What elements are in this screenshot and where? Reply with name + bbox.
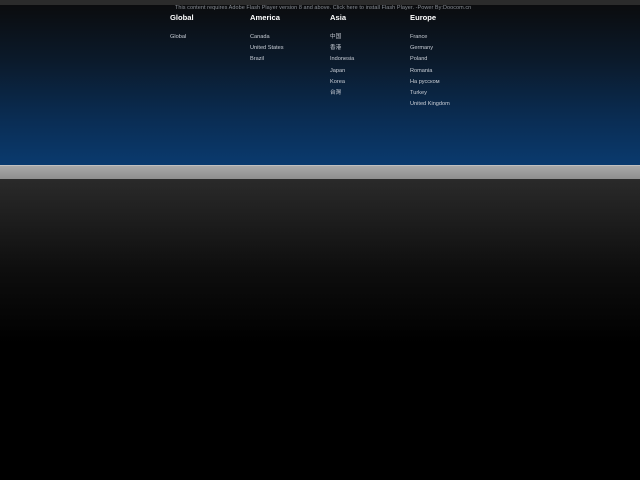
country-link-united-kingdom[interactable]: United Kingdom xyxy=(410,100,486,111)
country-link-korea[interactable]: Korea xyxy=(330,78,406,89)
country-link-turkey[interactable]: Turkey xyxy=(410,89,486,100)
region-heading-america: America xyxy=(250,13,280,22)
country-link-germany[interactable]: Germany xyxy=(410,44,486,55)
region-links-global: Global xyxy=(170,33,246,44)
country-link-romania[interactable]: Romania xyxy=(410,67,486,78)
region-links-europe: France Germany Poland Romania На русском… xyxy=(410,33,486,111)
region-column-america: America Canada United States Brazil xyxy=(250,13,326,67)
country-link-brazil[interactable]: Brazil xyxy=(250,55,326,66)
country-link-france[interactable]: France xyxy=(410,33,486,44)
country-link-china[interactable]: 中国 xyxy=(330,33,406,44)
lower-area xyxy=(0,179,640,480)
page: This content requires Adobe Flash Player… xyxy=(0,0,640,480)
country-link-united-states[interactable]: United States xyxy=(250,44,326,55)
region-column-asia: Asia 中国 香港 Indonesia Japan Korea 台灣 xyxy=(330,13,406,100)
country-link-indonesia[interactable]: Indonesia xyxy=(330,55,406,66)
region-heading-global: Global xyxy=(170,13,194,22)
region-column-europe: Europe France Germany Poland Romania На … xyxy=(410,13,486,111)
region-heading-asia: Asia xyxy=(330,13,347,22)
country-link-global[interactable]: Global xyxy=(170,33,246,44)
country-link-hong-kong[interactable]: 香港 xyxy=(330,44,406,55)
region-links-america: Canada United States Brazil xyxy=(250,33,326,67)
country-link-poland[interactable]: Poland xyxy=(410,55,486,66)
country-link-canada[interactable]: Canada xyxy=(250,33,326,44)
country-link-russia[interactable]: На русском xyxy=(410,78,486,89)
country-link-japan[interactable]: Japan xyxy=(330,67,406,78)
region-links-asia: 中国 香港 Indonesia Japan Korea 台灣 xyxy=(330,33,406,100)
flash-player-notice-link[interactable]: This content requires Adobe Flash Player… xyxy=(175,5,471,11)
region-column-global: Global Global xyxy=(170,13,246,44)
region-heading-europe: Europe xyxy=(410,13,437,22)
divider-band xyxy=(0,165,640,179)
country-link-taiwan[interactable]: 台灣 xyxy=(330,89,406,100)
